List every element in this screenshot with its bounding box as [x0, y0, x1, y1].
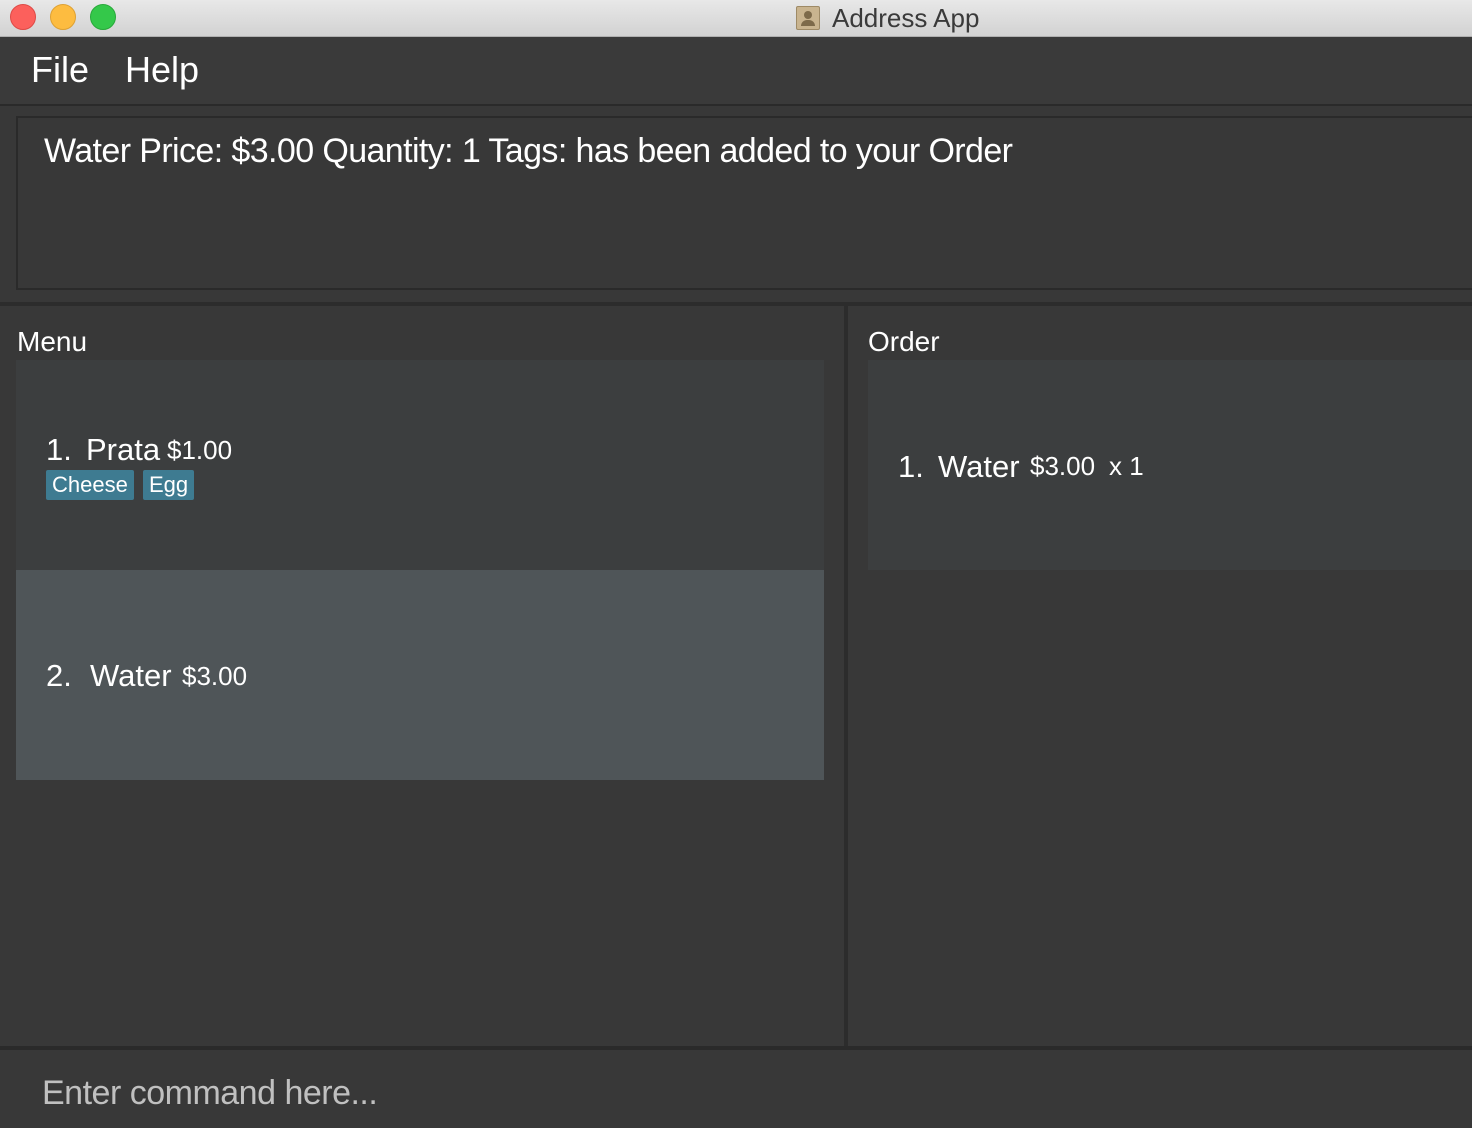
menu-item-name: Prata — [86, 432, 161, 467]
maximize-window-button[interactable] — [90, 4, 116, 30]
command-input[interactable] — [42, 1068, 1442, 1118]
window-title-bar: Address App — [0, 0, 1472, 37]
tag-egg: Egg — [143, 470, 195, 500]
menu-item-index: 2. — [46, 658, 72, 693]
horizontal-divider — [0, 302, 1472, 306]
menu-item-price: $1.00 — [167, 435, 233, 465]
window-title-group: Address App — [796, 3, 979, 33]
result-display: Water Price: $3.00 Quantity: 1 Tags: has… — [16, 116, 1472, 290]
order-item-price: $3.00 — [1030, 451, 1096, 481]
file-menu[interactable]: File — [31, 49, 89, 91]
order-item-quantity: x 1 — [1109, 451, 1144, 481]
result-message: Water Price: $3.00 Quantity: 1 Tags: has… — [44, 132, 1013, 170]
menu-item-name: Water — [90, 658, 172, 693]
tag-cheese: Cheese — [46, 470, 134, 500]
command-box — [0, 1050, 1472, 1128]
menu-item-index: 1. — [46, 432, 72, 467]
order-item-name: Water — [938, 449, 1020, 484]
menu-panel-label: Menu — [17, 326, 88, 357]
menu-bar: File Help — [0, 37, 1472, 106]
address-book-icon — [796, 6, 820, 30]
order-panel-label: Order — [868, 326, 940, 357]
close-window-button[interactable] — [10, 4, 36, 30]
window-title: Address App — [832, 2, 980, 33]
order-item-index: 1. — [898, 449, 924, 484]
minimize-window-button[interactable] — [50, 4, 76, 30]
menu-item-price: $3.00 — [182, 661, 248, 691]
help-menu[interactable]: Help — [125, 49, 199, 91]
panel-divider — [844, 306, 848, 1046]
